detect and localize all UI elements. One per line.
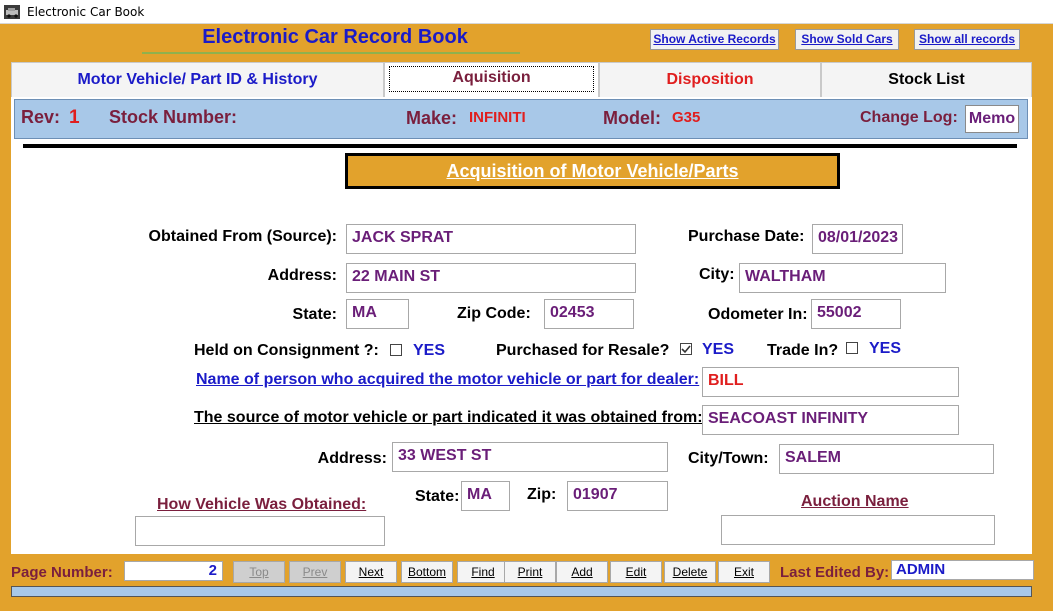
zip-code-field[interactable]: 02453 xyxy=(544,299,634,329)
prev-button[interactable]: Prev xyxy=(289,561,341,583)
how-obtained-field[interactable] xyxy=(135,516,385,546)
change-log-label: Change Log: xyxy=(860,109,958,126)
rev-label: Rev: xyxy=(21,107,61,127)
state-label: State: xyxy=(292,306,337,323)
city-town-field[interactable]: SALEM xyxy=(779,444,994,474)
acquirer-label: Name of person who acquired the motor ve… xyxy=(196,371,700,388)
address-field[interactable]: 22 MAIN ST xyxy=(346,263,636,293)
tab-disposition[interactable]: Disposition xyxy=(599,62,821,98)
source-zip-field[interactable]: 01907 xyxy=(567,481,668,511)
status-bar xyxy=(11,586,1032,597)
model-label: Model: xyxy=(603,108,661,128)
window-title: Electronic Car Book xyxy=(27,5,145,19)
consignment-yes-label: YES xyxy=(413,342,446,359)
city-field[interactable]: WALTHAM xyxy=(739,263,946,293)
source-state-label: State: xyxy=(415,488,460,505)
obtained-from-field[interactable]: JACK SPRAT xyxy=(346,224,636,254)
source-field[interactable]: SEACOAST INFINITY xyxy=(702,405,959,435)
resale-yes-label: YES xyxy=(702,341,735,358)
exit-button[interactable]: Exit xyxy=(718,561,770,583)
tab-stock-list[interactable]: Stock List xyxy=(821,62,1032,98)
checkmark-icon xyxy=(681,345,691,354)
odometer-label: Odometer In: xyxy=(708,306,808,323)
window-titlebar: Electronic Car Book xyxy=(0,0,1053,24)
page-number-label: Page Number: xyxy=(11,564,113,581)
section-divider xyxy=(23,144,1017,148)
bottom-button[interactable]: Bottom xyxy=(401,561,453,583)
consignment-checkbox[interactable] xyxy=(390,344,402,356)
show-all-records-button[interactable]: Show all records xyxy=(914,29,1020,50)
source-address-label: Address: xyxy=(317,450,387,467)
find-button[interactable]: Find xyxy=(457,561,509,583)
state-field[interactable]: MA xyxy=(346,299,409,329)
trade-in-yes-label: YES xyxy=(869,340,902,357)
show-active-records-button[interactable]: Show Active Records xyxy=(650,29,779,50)
memo-button[interactable]: Memo xyxy=(965,105,1019,133)
purchase-date-field[interactable]: 08/01/2023 xyxy=(812,224,903,254)
purchase-date-label: Purchase Date: xyxy=(688,228,805,245)
trade-in-checkbox[interactable] xyxy=(846,342,858,354)
address-label: Address: xyxy=(267,267,337,284)
tab-aquisition[interactable]: Aquisition xyxy=(384,62,599,98)
show-sold-cars-button[interactable]: Show Sold Cars xyxy=(795,29,899,50)
stock-number-label: Stock Number: xyxy=(109,107,238,127)
next-button[interactable]: Next xyxy=(345,561,397,583)
last-edited-label: Last Edited By: xyxy=(780,564,890,581)
add-button[interactable]: Add xyxy=(556,561,608,583)
model-value: G35 xyxy=(672,109,701,126)
zip-code-label: Zip Code: xyxy=(457,305,531,322)
rev-value: 1 xyxy=(69,107,80,128)
make-label: Make: xyxy=(406,108,458,128)
delete-button[interactable]: Delete xyxy=(664,561,716,583)
tab-strip: Motor Vehicle/ Part ID & History Aquisit… xyxy=(11,62,1032,98)
car-book-icon xyxy=(4,5,20,19)
page-number-field[interactable]: 2 xyxy=(124,561,223,581)
acquirer-field[interactable]: BILL xyxy=(702,367,959,397)
source-state-field[interactable]: MA xyxy=(461,481,510,511)
edit-button[interactable]: Edit xyxy=(610,561,662,583)
tab-vehicle-id-history[interactable]: Motor Vehicle/ Part ID & History xyxy=(11,62,384,98)
title-underline xyxy=(142,52,520,54)
source-address-field[interactable]: 33 WEST ST xyxy=(392,442,668,472)
odometer-field[interactable]: 55002 xyxy=(811,299,901,329)
city-town-label: City/Town: xyxy=(688,450,769,467)
last-edited-field[interactable]: ADMIN xyxy=(891,560,1034,580)
auction-name-label: Auction Name xyxy=(801,493,909,510)
print-button[interactable]: Print xyxy=(504,561,556,583)
obtained-from-label: Obtained From (Source): xyxy=(148,228,337,245)
section-title: Acquisition of Motor Vehicle/Parts xyxy=(345,153,840,189)
source-label: The source of motor vehicle or part indi… xyxy=(194,409,703,426)
trade-in-label: Trade In? xyxy=(767,342,839,359)
auction-name-field[interactable] xyxy=(721,515,995,545)
how-obtained-label: How Vehicle Was Obtained: xyxy=(157,496,367,513)
city-label: City: xyxy=(699,266,735,283)
consignment-label: Held on Consignment ?: xyxy=(194,342,379,359)
make-value: INFINITI xyxy=(469,109,526,126)
source-zip-label: Zip: xyxy=(527,486,557,503)
resale-label: Purchased for Resale? xyxy=(496,342,670,359)
resale-checkbox[interactable] xyxy=(680,343,692,355)
top-button[interactable]: Top xyxy=(233,561,285,583)
app-title: Electronic Car Record Book xyxy=(202,26,468,48)
